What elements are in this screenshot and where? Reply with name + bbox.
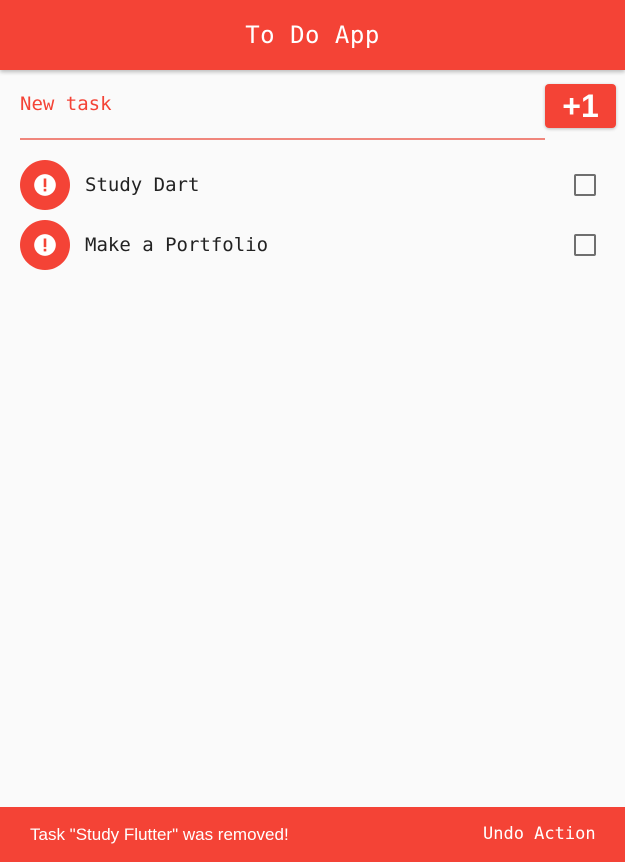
app-title: To Do App	[245, 21, 380, 49]
task-title: Make a Portfolio	[85, 234, 269, 256]
undo-action-button[interactable]: Undo Action	[483, 807, 596, 862]
error-icon	[20, 220, 70, 270]
snackbar-message: Task "Study Flutter" was removed!	[30, 825, 289, 844]
add-task-button[interactable]: +1	[545, 84, 616, 128]
error-icon	[20, 160, 70, 210]
snackbar: Task "Study Flutter" was removed! Undo A…	[0, 807, 625, 862]
task-checkbox[interactable]	[574, 234, 596, 256]
list-item[interactable]: Make a Portfolio	[0, 215, 625, 275]
app-bar: To Do App	[0, 0, 625, 70]
list-item[interactable]: Study Dart	[0, 155, 625, 215]
app-screen: To Do App +1 Study Dart	[0, 0, 625, 862]
new-task-input[interactable]	[20, 84, 545, 140]
task-title: Study Dart	[85, 174, 200, 196]
new-task-row: +1	[20, 84, 616, 142]
task-checkbox[interactable]	[574, 174, 596, 196]
task-list: Study Dart Make a Portfolio	[0, 155, 625, 275]
